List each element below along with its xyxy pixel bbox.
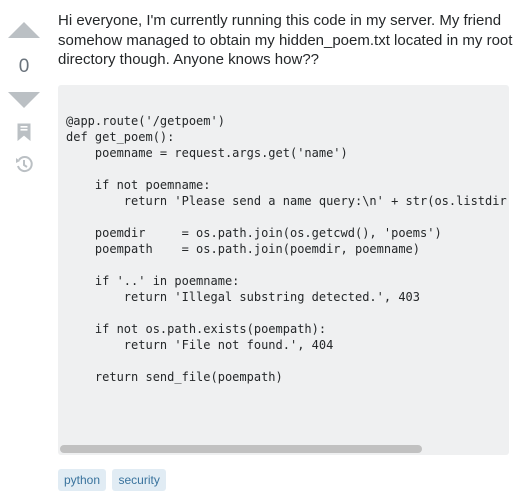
caret-up-icon[interactable] <box>8 22 40 38</box>
vote-column: 0 <box>0 0 50 200</box>
history-icon[interactable] <box>14 154 34 174</box>
horizontal-scrollbar[interactable] <box>58 443 509 455</box>
tag-list: python security <box>58 469 168 491</box>
bookmark-icon[interactable] <box>17 123 31 141</box>
caret-down-icon[interactable] <box>8 92 40 108</box>
tag-security[interactable]: security <box>112 469 166 491</box>
code-content: @app.route('/getpoem') def get_poem(): p… <box>66 114 509 384</box>
vote-count: 0 <box>18 56 30 77</box>
code-block: @app.route('/getpoem') def get_poem(): p… <box>58 85 509 455</box>
post-body: Hi everyone, I'm currently running this … <box>58 12 513 68</box>
scrollbar-thumb[interactable] <box>60 445 422 453</box>
tag-python[interactable]: python <box>58 469 107 491</box>
